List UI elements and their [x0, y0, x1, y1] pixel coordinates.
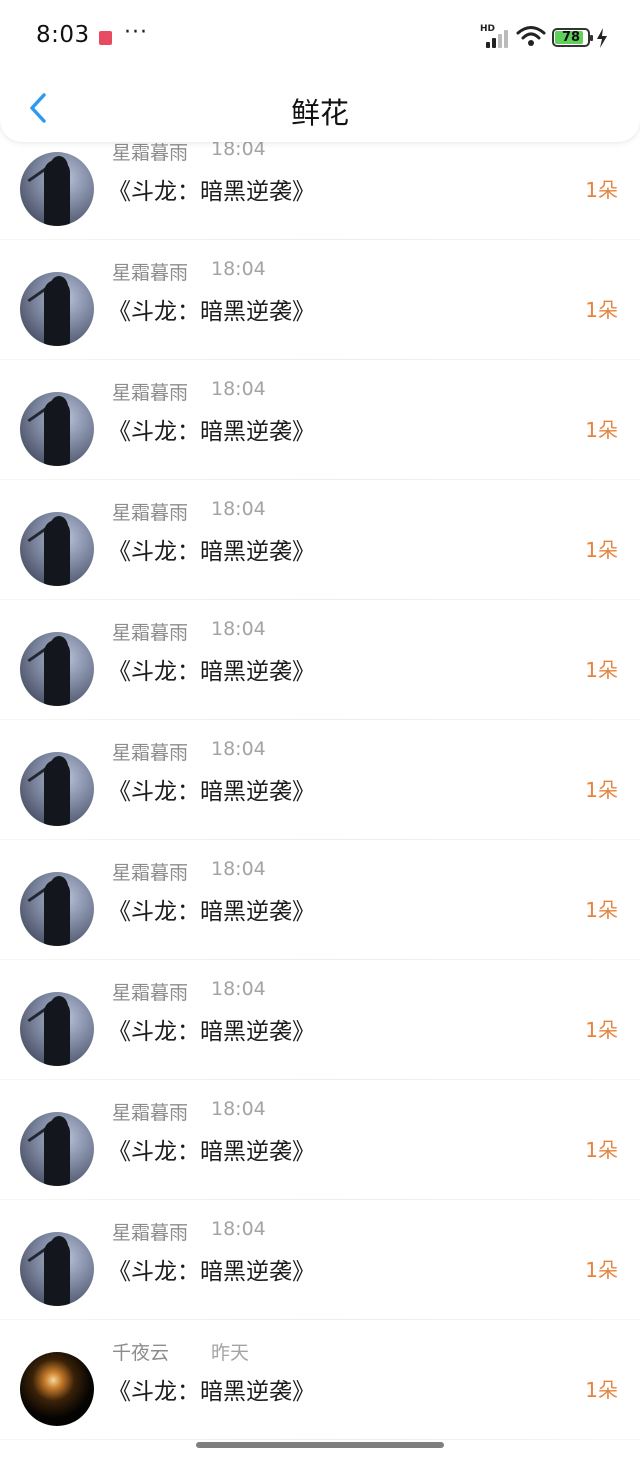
- book-title[interactable]: 《斗龙：暗黑逆袭》: [108, 1252, 315, 1286]
- list-item[interactable]: 星霜暮雨 18:04 《斗龙：暗黑逆袭》 1朵: [0, 360, 640, 480]
- list-item[interactable]: 星霜暮雨 18:04 《斗龙：暗黑逆袭》 1朵: [0, 600, 640, 720]
- avatar[interactable]: [20, 872, 94, 946]
- book-title[interactable]: 《斗龙：暗黑逆袭》: [108, 652, 315, 686]
- book-title[interactable]: 《斗龙：暗黑逆袭》: [108, 412, 315, 446]
- more-notifications-icon: ···: [124, 20, 148, 45]
- status-time: 8:03: [36, 22, 90, 48]
- list-item[interactable]: 星霜暮雨 18:04 《斗龙：暗黑逆袭》 1朵: [0, 720, 640, 840]
- flower-count: 1朵: [585, 1018, 618, 1042]
- timestamp: 18:04: [211, 618, 266, 640]
- flower-list: 星霜暮雨 18:04 《斗龙：暗黑逆袭》 1朵 星霜暮雨 18:04 《斗龙：暗黑逆袭》 1朵…: [0, 120, 640, 1440]
- wifi-icon: [516, 26, 546, 46]
- flower-count: 1朵: [585, 658, 618, 682]
- flower-count: 1朵: [585, 178, 618, 202]
- battery-icon: 78: [552, 28, 593, 47]
- page-title: 鲜花: [290, 96, 349, 130]
- user-name[interactable]: 星霜暮雨: [112, 858, 188, 885]
- timestamp: 18:04: [211, 978, 266, 1000]
- status-bar: 8:03 ··· HD 78: [0, 0, 640, 76]
- user-name[interactable]: 星霜暮雨: [112, 618, 188, 645]
- timestamp: 18:04: [211, 258, 266, 280]
- notification-icon: [99, 31, 112, 45]
- avatar[interactable]: [20, 1112, 94, 1186]
- user-name[interactable]: 星霜暮雨: [112, 378, 188, 405]
- book-title[interactable]: 《斗龙：暗黑逆袭》: [108, 892, 315, 926]
- charging-icon: [597, 28, 607, 48]
- timestamp: 18:04: [211, 378, 266, 400]
- book-title[interactable]: 《斗龙：暗黑逆袭》: [108, 772, 315, 806]
- avatar[interactable]: [20, 632, 94, 706]
- flower-count: 1朵: [585, 1378, 618, 1402]
- user-name[interactable]: 星霜暮雨: [112, 1098, 188, 1125]
- book-title[interactable]: 《斗龙：暗黑逆袭》: [108, 1012, 315, 1046]
- book-title[interactable]: 《斗龙：暗黑逆袭》: [108, 532, 315, 566]
- list-item[interactable]: 星霜暮雨 18:04 《斗龙：暗黑逆袭》 1朵: [0, 960, 640, 1080]
- flower-count: 1朵: [585, 418, 618, 442]
- list-item[interactable]: 千夜云 昨天《斗龙：暗黑逆袭》 1朵: [0, 1320, 640, 1440]
- home-indicator[interactable]: [196, 1442, 444, 1448]
- user-name[interactable]: 星霜暮雨: [112, 138, 188, 165]
- timestamp: 18:04: [211, 738, 266, 760]
- network-type-label: HD: [480, 24, 496, 34]
- list-item[interactable]: 星霜暮雨 18:04 《斗龙：暗黑逆袭》 1朵: [0, 1080, 640, 1200]
- user-name[interactable]: 星霜暮雨: [112, 1218, 188, 1245]
- timestamp: 18:04: [211, 498, 266, 520]
- avatar[interactable]: [20, 1232, 94, 1306]
- title-bar: 鲜花: [0, 76, 640, 142]
- book-title[interactable]: 《斗龙：暗黑逆袭》: [108, 172, 315, 206]
- timestamp: 18:04: [211, 1098, 266, 1120]
- avatar[interactable]: [20, 392, 94, 466]
- user-name[interactable]: 星霜暮雨: [112, 738, 188, 765]
- user-name[interactable]: 星霜暮雨: [112, 258, 188, 285]
- book-title[interactable]: 《斗龙：暗黑逆袭》: [108, 1132, 315, 1166]
- avatar[interactable]: [20, 272, 94, 346]
- battery-level: 78: [561, 30, 581, 45]
- flower-count: 1朵: [585, 298, 618, 322]
- avatar[interactable]: [20, 512, 94, 586]
- flower-count: 1朵: [585, 1138, 618, 1162]
- flower-count: 1朵: [585, 1258, 618, 1282]
- flower-count: 1朵: [585, 778, 618, 802]
- avatar[interactable]: [20, 992, 94, 1066]
- cellular-signal-icon: HD: [480, 24, 510, 48]
- user-name[interactable]: 星霜暮雨: [112, 498, 188, 525]
- list-item[interactable]: 星霜暮雨 18:04 《斗龙：暗黑逆袭》 1朵: [0, 840, 640, 960]
- flower-count: 1朵: [585, 538, 618, 562]
- book-title[interactable]: 《斗龙：暗黑逆袭》: [108, 292, 315, 326]
- user-name[interactable]: 千夜云: [112, 1338, 169, 1365]
- timestamp: 昨天: [211, 1342, 250, 1364]
- avatar[interactable]: [20, 752, 94, 826]
- user-name[interactable]: 星霜暮雨: [112, 978, 188, 1005]
- avatar[interactable]: [20, 1352, 94, 1426]
- list-item[interactable]: 星霜暮雨 18:04 《斗龙：暗黑逆袭》 1朵: [0, 1200, 640, 1320]
- list-item[interactable]: 星霜暮雨 18:04 《斗龙：暗黑逆袭》 1朵: [0, 240, 640, 360]
- flower-count: 1朵: [585, 898, 618, 922]
- timestamp: 18:04: [211, 1218, 266, 1240]
- timestamp: 18:04: [211, 858, 266, 880]
- header: 8:03 ··· HD 78 鲜花: [0, 0, 640, 142]
- book-title[interactable]: 《斗龙：暗黑逆袭》: [108, 1372, 315, 1406]
- list-item[interactable]: 星霜暮雨 18:04 《斗龙：暗黑逆袭》 1朵: [0, 480, 640, 600]
- avatar[interactable]: [20, 152, 94, 226]
